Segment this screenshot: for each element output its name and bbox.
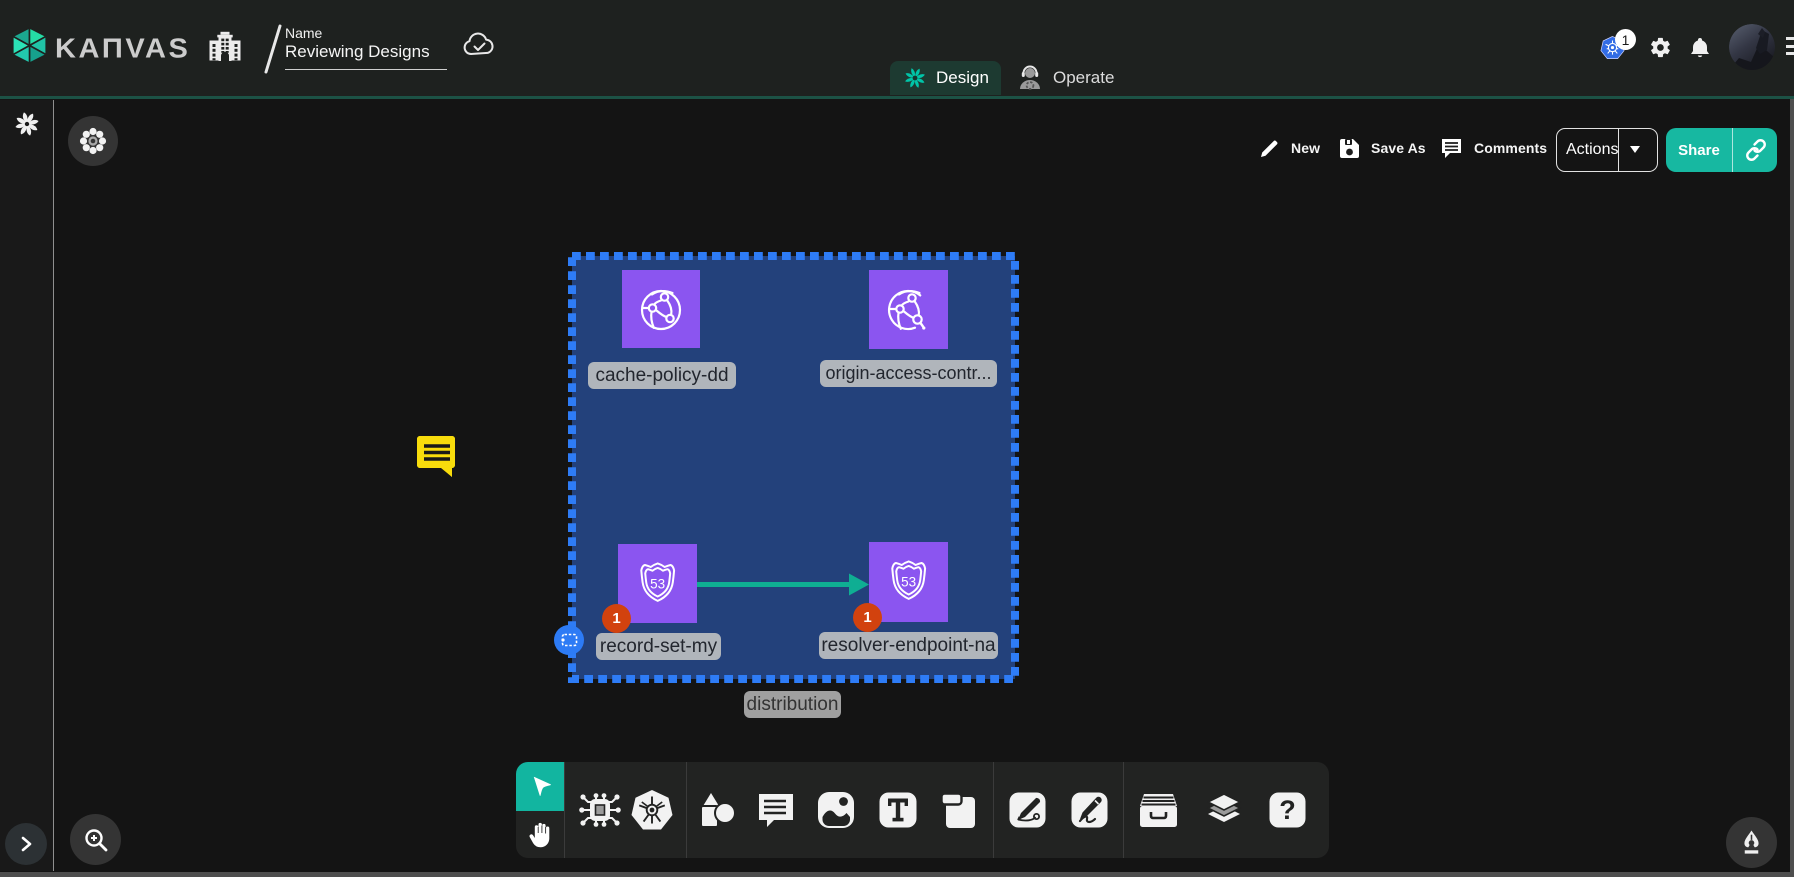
- svg-text:53: 53: [650, 577, 665, 592]
- svg-text:?: ?: [1279, 795, 1296, 825]
- svg-text:53: 53: [901, 575, 916, 590]
